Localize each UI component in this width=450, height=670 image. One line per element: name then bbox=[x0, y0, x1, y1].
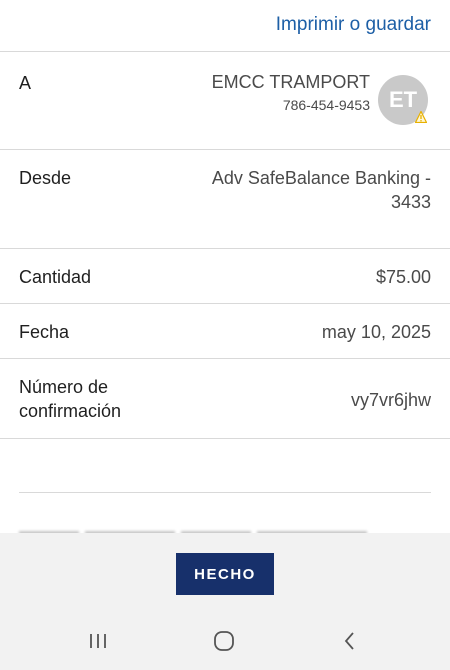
payee-name: EMCC TRAMPORT bbox=[211, 72, 370, 92]
from-account-line2: 3433 bbox=[390, 192, 431, 212]
confirmation-value: vy7vr6jhw bbox=[350, 390, 431, 410]
top-bar: Imprimir o guardar bbox=[0, 0, 450, 52]
home-button[interactable] bbox=[209, 628, 239, 654]
print-or-save-link[interactable]: Imprimir o guardar bbox=[276, 14, 431, 36]
date-label: Fecha bbox=[19, 322, 70, 342]
confirmation-label-line1: Número de bbox=[19, 377, 109, 397]
payee-label: A bbox=[19, 73, 32, 93]
amount-value: $75.00 bbox=[375, 267, 431, 287]
from-row: Desde Adv SafeBalance Banking - 3433 bbox=[0, 150, 450, 248]
from-account-line1: Adv SafeBalance Banking - bbox=[211, 168, 431, 188]
back-icon bbox=[344, 632, 354, 650]
amount-label: Cantidad bbox=[19, 267, 92, 287]
recent-apps-button[interactable] bbox=[83, 628, 113, 654]
footer: HECHO bbox=[0, 533, 450, 613]
date-value: may 10, 2025 bbox=[321, 322, 431, 342]
payee-phone: 786-454-9453 bbox=[282, 97, 370, 113]
amount-row: Cantidad $75.00 bbox=[0, 249, 450, 303]
avatar-initials: ET bbox=[388, 87, 418, 112]
from-label: Desde bbox=[19, 168, 72, 188]
divider bbox=[0, 438, 450, 439]
confirmation-row: Número de confirmación vy7vr6jhw bbox=[0, 359, 450, 438]
confirmation-label-line2: confirmación bbox=[19, 401, 122, 421]
recent-apps-icon bbox=[90, 634, 106, 648]
divider bbox=[19, 492, 431, 493]
warning-icon bbox=[415, 111, 427, 123]
back-button[interactable] bbox=[335, 628, 365, 654]
done-button[interactable]: HECHO bbox=[176, 553, 274, 595]
home-icon bbox=[214, 631, 234, 651]
date-row: Fecha may 10, 2025 bbox=[0, 304, 450, 358]
system-nav-bar bbox=[0, 613, 450, 670]
